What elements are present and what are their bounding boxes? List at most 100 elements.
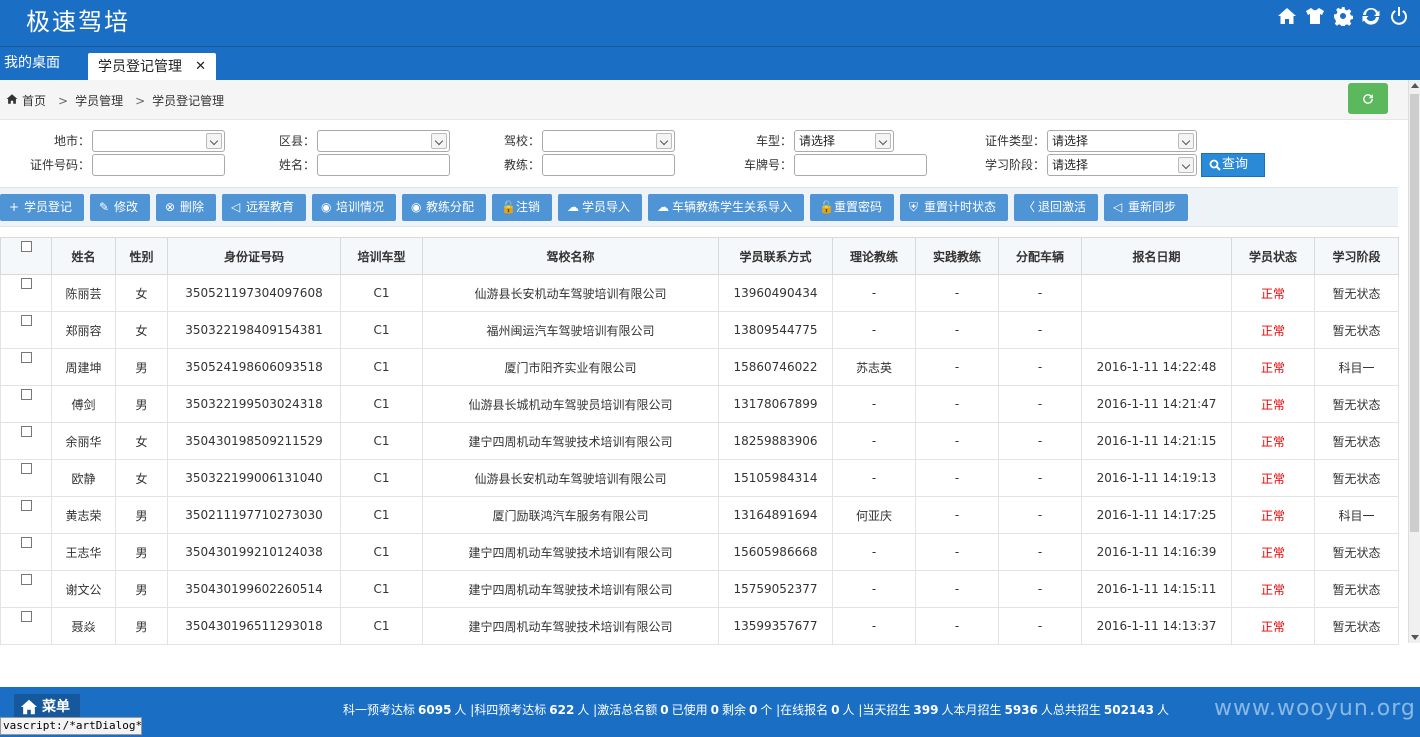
relation-import-button[interactable]: ☁ 车辆教练学生关系导入: [648, 194, 804, 221]
cell-name: 陈丽芸: [51, 274, 116, 312]
row-select-cell[interactable]: [0, 348, 52, 386]
table-row[interactable]: 陈丽芸女 350521197304097608 C1 仙游县长安机动车驾驶培训有限公司…: [0, 274, 1399, 312]
resync-button[interactable]: ◁ 重新同步: [1104, 194, 1188, 221]
plate-input[interactable]: [794, 154, 927, 176]
coach-input[interactable]: [542, 154, 675, 176]
import-button[interactable]: ☁ 学员导入: [558, 194, 642, 221]
table-row[interactable]: 王志华男 350430199210124038 C1 建宁四周机动车驾驶技术培训有限公…: [0, 533, 1399, 571]
cell-vehicle: -: [998, 533, 1082, 571]
close-icon[interactable]: ✕: [195, 53, 206, 81]
delete-button[interactable]: ⊗ 删除: [156, 194, 216, 221]
row-checkbox[interactable]: [20, 500, 32, 511]
table-row[interactable]: 周建坤男 350524198606093518 C1 厦门市阳齐实业有限公司 15860…: [0, 348, 1399, 386]
header-icons: [1276, 5, 1410, 27]
table-row[interactable]: 余丽华女 350430198509211529 C1 建宁四周机动车驾驶技术培训有限公…: [0, 422, 1399, 460]
home-icon[interactable]: [1276, 5, 1298, 27]
school-select[interactable]: [542, 130, 675, 152]
row-select-cell[interactable]: [0, 533, 52, 571]
shirt-icon[interactable]: [1304, 5, 1326, 27]
table-row[interactable]: 聂焱男 350430196511293018 C1 建宁四周机动车驾驶技术培训有限公司…: [0, 607, 1399, 645]
vertical-scrollbar[interactable]: [1408, 80, 1420, 643]
column-header-practice-coach: 实践教练: [915, 237, 999, 275]
table-row[interactable]: 黄志荣男 350211197710273030 C1 厦门励联鸿汽车服务有限公司 131…: [0, 496, 1399, 534]
row-checkbox[interactable]: [20, 426, 32, 437]
row-select-cell[interactable]: [0, 311, 52, 349]
cell-name: 王志华: [51, 533, 116, 571]
car-type-select[interactable]: 请选择: [794, 130, 894, 152]
breadcrumb-student-mgmt[interactable]: 学员管理: [75, 92, 123, 109]
select-all-cell[interactable]: [0, 237, 52, 275]
remote-edu-button[interactable]: ◁ 远程教育: [222, 194, 306, 221]
cell-name: 余丽华: [51, 422, 116, 460]
search-button[interactable]: 查询: [1201, 153, 1265, 177]
refresh-icon[interactable]: [1360, 5, 1382, 27]
row-checkbox[interactable]: [20, 389, 32, 400]
cell-signup-date: 2016-1-11 14:19:13: [1081, 459, 1232, 497]
cell-car-type: C1: [340, 348, 423, 386]
training-button[interactable]: ◉ 培训情况: [312, 194, 396, 221]
coach-assign-button[interactable]: ◉ 教练分配: [402, 194, 486, 221]
row-checkbox[interactable]: [20, 278, 32, 289]
row-checkbox[interactable]: [20, 463, 32, 474]
scroll-thumb[interactable]: [1410, 94, 1419, 532]
cancel-icon: 🔓: [501, 200, 516, 214]
browser-status-url: vascript:/*artDialog*/;: [0, 717, 142, 735]
reset-timer-button[interactable]: ⛨ 重置计时状态: [900, 194, 1008, 221]
column-header-signup-date: 报名日期: [1081, 237, 1232, 275]
row-select-cell[interactable]: [0, 496, 52, 534]
row-checkbox[interactable]: [20, 574, 32, 585]
cell-vehicle: -: [998, 459, 1082, 497]
row-select-cell[interactable]: [0, 422, 52, 460]
gear-icon[interactable]: [1332, 5, 1354, 27]
row-checkbox[interactable]: [20, 611, 32, 622]
reset-password-button[interactable]: 🔓 重置密码: [810, 194, 894, 221]
row-checkbox[interactable]: [20, 352, 32, 363]
row-checkbox[interactable]: [20, 537, 32, 548]
breadcrumb-home[interactable]: 首页: [22, 92, 46, 109]
row-select-cell[interactable]: [0, 459, 52, 497]
toolbar-button-label: 重置密码: [834, 200, 883, 214]
stage-select[interactable]: 请选择: [1047, 154, 1197, 176]
row-select-cell[interactable]: [0, 570, 52, 608]
cell-practice-coach: -: [915, 533, 999, 571]
power-icon[interactable]: [1388, 5, 1410, 27]
tab-label: 学员登记管理: [98, 59, 182, 75]
district-label: 区县：: [278, 134, 315, 148]
remote-edu-icon: ◁: [231, 200, 241, 214]
cell-theory-coach: -: [832, 311, 916, 349]
toolbar-button-label: 车辆教练学生关系导入: [672, 200, 793, 214]
edit-button[interactable]: ✎ 修改: [90, 194, 150, 221]
select-all-checkbox[interactable]: [20, 241, 32, 252]
scroll-down-icon[interactable]: [1411, 635, 1419, 640]
register-button[interactable]: + 学员登记: [0, 194, 84, 221]
table-row[interactable]: 谢文公男 350430199602260514 C1 建宁四周机动车驾驶技术培训有限公…: [0, 570, 1399, 608]
cell-theory-coach: -: [832, 274, 916, 312]
district-select[interactable]: [317, 130, 450, 152]
refresh-button[interactable]: [1348, 83, 1388, 114]
table-row[interactable]: 傅剑男 350322199503024318 C1 仙游县长城机动车驾驶员培训有限公司…: [0, 385, 1399, 423]
cancel-button[interactable]: 🔓 注销: [492, 194, 552, 221]
name-input[interactable]: [317, 154, 450, 176]
tab-my-desktop[interactable]: 我的桌面: [0, 53, 76, 81]
tab-student-registration[interactable]: 学员登记管理 ✕: [88, 53, 216, 81]
table-row[interactable]: 郑丽容女 350322198409154381 C1 福州闽运汽车驾驶培训有限公司 13…: [0, 311, 1399, 349]
scroll-up-icon[interactable]: [1411, 83, 1419, 88]
id-type-value: 请选择: [1052, 134, 1089, 148]
id-type-select[interactable]: 请选择: [1047, 130, 1197, 152]
cell-gender: 女: [115, 422, 168, 460]
cell-name: 郑丽容: [51, 311, 116, 349]
row-select-cell[interactable]: [0, 274, 52, 312]
toolbar-button-label: 注销: [516, 200, 541, 214]
cell-id-number: 350322198409154381: [167, 311, 341, 349]
chevron-down-icon: [1178, 157, 1194, 173]
city-select[interactable]: [92, 130, 225, 152]
row-checkbox[interactable]: [20, 315, 32, 326]
table-row[interactable]: 欧静女 350322199006131040 C1 仙游县长安机动车驾驶培训有限公司 1…: [0, 459, 1399, 497]
search-button-label: 查询: [1222, 157, 1249, 172]
stat-value: 622: [549, 703, 575, 717]
return-activate-button[interactable]: 〈退回激活: [1014, 194, 1098, 221]
cell-signup-date: 2016-1-11 14:21:15: [1081, 422, 1232, 460]
row-select-cell[interactable]: [0, 607, 52, 645]
row-select-cell[interactable]: [0, 385, 52, 423]
id-number-input[interactable]: [92, 154, 225, 176]
